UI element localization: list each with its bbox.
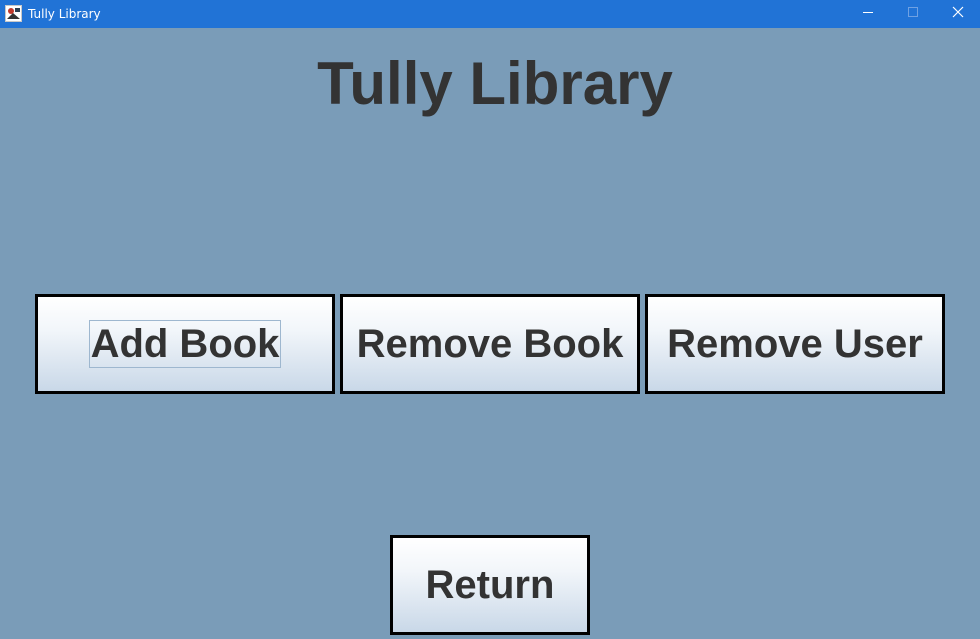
app-icon xyxy=(5,5,22,22)
page-title: Tully Library xyxy=(317,50,673,117)
minimize-button[interactable] xyxy=(845,0,891,28)
window-title: Tully Library xyxy=(28,7,101,21)
remove-book-label: Remove Book xyxy=(356,321,624,366)
add-book-label: Add Book xyxy=(88,320,282,368)
add-book-button[interactable]: Add Book xyxy=(35,294,335,394)
maximize-icon xyxy=(907,5,919,23)
minimize-icon xyxy=(862,5,874,23)
remove-user-button[interactable]: Remove User xyxy=(645,294,945,394)
remove-book-button[interactable]: Remove Book xyxy=(340,294,640,394)
close-button[interactable] xyxy=(935,0,980,28)
close-icon xyxy=(952,5,964,23)
maximize-button[interactable] xyxy=(890,0,936,28)
return-button[interactable]: Return xyxy=(390,535,590,635)
remove-user-label: Remove User xyxy=(667,321,923,366)
return-label: Return xyxy=(425,562,555,607)
window-titlebar[interactable]: Tully Library xyxy=(0,0,980,28)
main-panel: Tully Library Add Book Remove Book Remov… xyxy=(0,28,980,639)
